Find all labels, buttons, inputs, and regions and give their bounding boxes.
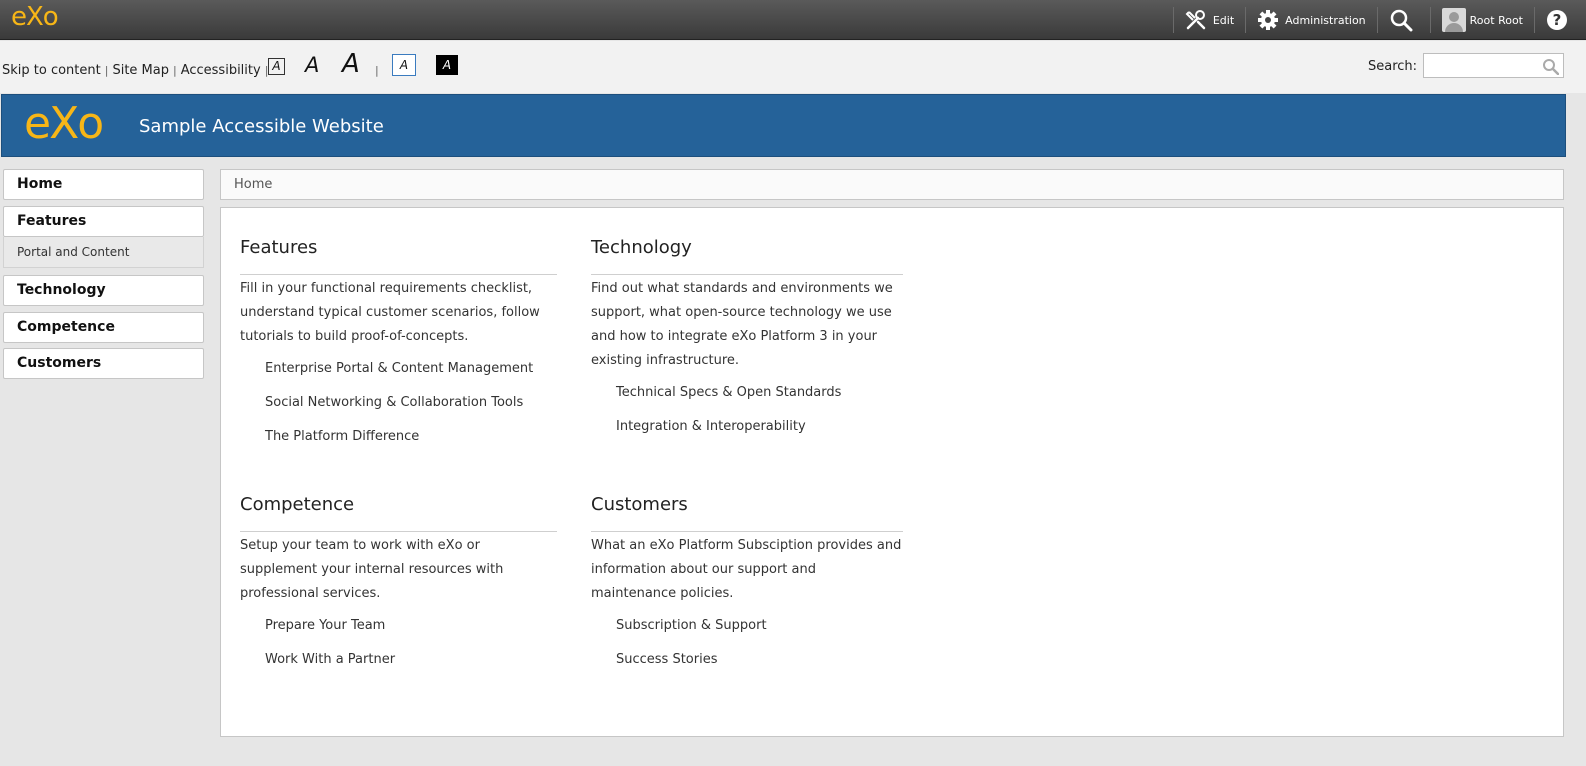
section-title: Customers — [591, 494, 903, 532]
font-size-medium-button[interactable]: A — [305, 53, 319, 77]
top-toolbar: eXo Edit Administration Root Root ? — [0, 0, 1586, 40]
high-contrast-button[interactable]: A — [436, 55, 458, 75]
link-subscription-support[interactable]: Subscription & Support — [591, 616, 903, 650]
edit-icon — [1185, 10, 1206, 30]
accessibility-link[interactable]: Accessibility — [181, 63, 261, 78]
avatar — [1441, 8, 1466, 32]
section-title: Competence — [240, 494, 557, 532]
nav-subitem-portal-and-content[interactable]: Portal and Content — [3, 237, 204, 268]
search-input[interactable] — [1424, 54, 1536, 77]
section-description: What an eXo Platform Subsciption provide… — [591, 538, 902, 601]
font-size-small-button[interactable]: A — [268, 58, 285, 75]
accessibility-bar: Skip to content | Site Map | Accessibili… — [0, 41, 1586, 93]
toolbar-actions: Edit Administration Root Root ? — [1167, 0, 1586, 40]
platform-logo[interactable]: eXo — [11, 2, 59, 32]
link-separator: | — [172, 64, 177, 77]
toolbar-divider — [1172, 7, 1174, 33]
section-links: Technical Specs & Open Standards Integra… — [591, 383, 903, 451]
help-icon: ? — [1547, 10, 1567, 30]
breadcrumb-home[interactable]: Home — [234, 177, 272, 192]
link-technical-specs[interactable]: Technical Specs & Open Standards — [591, 383, 903, 417]
font-size-large-button[interactable]: A — [342, 49, 360, 79]
site-search — [1423, 53, 1564, 78]
site-logo[interactable]: eXo — [24, 100, 104, 148]
toolbar-divider — [1245, 7, 1247, 33]
nav-item-features[interactable]: Features — [3, 206, 204, 237]
section-title: Features — [240, 237, 557, 275]
link-separator: | — [104, 64, 109, 77]
edit-button[interactable]: Edit — [1180, 0, 1239, 40]
link-social-networking[interactable]: Social Networking & Collaboration Tools — [240, 393, 557, 427]
site-map-link[interactable]: Site Map — [112, 63, 169, 78]
user-menu[interactable]: Root Root — [1437, 0, 1528, 40]
skip-to-content-link[interactable]: Skip to content — [2, 63, 101, 78]
section-description: Setup your team to work with eXo or supp… — [240, 538, 504, 601]
help-button[interactable]: ? — [1541, 0, 1586, 40]
section-description: Fill in your functional requirements che… — [240, 281, 540, 344]
link-prepare-team[interactable]: Prepare Your Team — [240, 616, 557, 650]
nav-item-customers[interactable]: Customers — [3, 348, 204, 379]
section-links: Subscription & Support Success Stories — [591, 616, 903, 684]
search-icon[interactable] — [1542, 58, 1559, 75]
accessibility-links: Skip to content | Site Map | Accessibili… — [2, 63, 272, 78]
link-success-stories[interactable]: Success Stories — [591, 650, 903, 684]
administration-label: Administration — [1285, 13, 1366, 27]
nav-item-technology[interactable]: Technology — [3, 275, 204, 306]
section-technology: Technology Find out what standards and e… — [591, 237, 903, 451]
section-customers: Customers What an eXo Platform Subscipti… — [591, 494, 903, 684]
section-links: Enterprise Portal & Content Management S… — [240, 359, 557, 461]
administration-button[interactable]: Administration — [1252, 0, 1371, 40]
nav-item-home[interactable]: Home — [3, 169, 204, 200]
main-content: Features Fill in your functional require… — [220, 207, 1564, 737]
search-button[interactable] — [1384, 0, 1424, 40]
link-platform-difference[interactable]: The Platform Difference — [240, 427, 557, 461]
search-icon — [1390, 9, 1413, 32]
site-title: Sample Accessible Website — [139, 116, 384, 137]
breadcrumb: Home — [220, 169, 1564, 200]
nav-item-competence[interactable]: Competence — [3, 312, 204, 343]
link-enterprise-portal[interactable]: Enterprise Portal & Content Management — [240, 359, 557, 393]
search-label: Search: — [1368, 59, 1418, 74]
section-competence: Competence Setup your team to work with … — [240, 494, 557, 684]
section-links: Prepare Your Team Work With a Partner — [240, 616, 557, 684]
section-features: Features Fill in your functional require… — [240, 237, 557, 461]
user-name: Root Root — [1469, 13, 1523, 27]
toolbar-divider — [1429, 7, 1431, 33]
link-work-with-partner[interactable]: Work With a Partner — [240, 650, 557, 684]
link-separator: | — [375, 64, 379, 77]
toolbar-divider — [1534, 7, 1535, 33]
link-integration[interactable]: Integration & Interoperability — [591, 417, 903, 451]
site-banner: eXo Sample Accessible Website — [1, 94, 1566, 157]
edit-label: Edit — [1212, 13, 1235, 27]
svg-text:?: ? — [1553, 11, 1562, 29]
gear-icon — [1258, 10, 1279, 30]
section-title: Technology — [591, 237, 903, 275]
section-description: Find out what standards and environments… — [591, 281, 893, 368]
normal-contrast-button[interactable]: A — [392, 54, 416, 76]
toolbar-divider — [1376, 7, 1378, 33]
